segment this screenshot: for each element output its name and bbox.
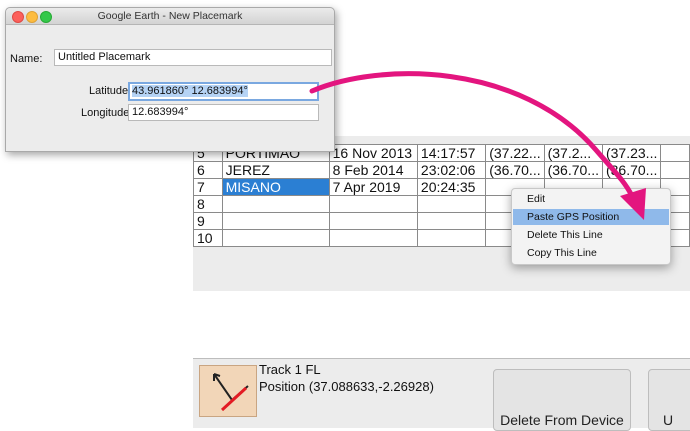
table-cell-num[interactable]: 10 xyxy=(193,229,223,247)
table-cell-c4[interactable] xyxy=(660,144,690,162)
table-cell-c1[interactable]: (36.70... xyxy=(485,161,545,179)
delete-from-device-button[interactable]: Delete From Device xyxy=(493,369,631,431)
table-row[interactable]: 6 JEREZ 8 Feb 2014 23:02:06 (36.70... (36.70.… xyxy=(193,161,690,179)
latitude-value-selected: 43.961860° 12.683994° xyxy=(132,85,248,97)
longitude-label: Longitude: xyxy=(81,107,133,119)
table-cell-date[interactable]: 7 Apr 2019 xyxy=(328,178,418,196)
window-title: Google Earth - New Placemark xyxy=(97,10,243,22)
menu-item-delete-this-line[interactable]: Delete This Line xyxy=(513,227,669,243)
table-cell-time[interactable]: 20:24:35 xyxy=(416,178,487,196)
context-menu: Edit Paste GPS Position Delete This Line… xyxy=(511,188,671,265)
table-cell-num[interactable]: 9 xyxy=(193,212,223,230)
table-cell-c1[interactable]: (37.22... xyxy=(485,144,545,162)
table-cell-c4[interactable] xyxy=(660,161,690,179)
latitude-label: Latitude: xyxy=(89,85,132,97)
track-position: Position (37.088633,-2.26928) xyxy=(259,379,434,394)
table-cell-date[interactable] xyxy=(328,229,418,247)
track-name: Track 1 FL xyxy=(259,362,321,377)
track-path-icon xyxy=(213,373,249,412)
table-cell-date[interactable] xyxy=(328,195,418,213)
table-cell-c2[interactable]: (37.2... xyxy=(543,144,603,162)
latitude-input[interactable]: 43.961860° 12.683994° xyxy=(128,82,319,101)
menu-item-paste-gps-position[interactable]: Paste GPS Position xyxy=(513,209,669,225)
table-cell-time[interactable]: 23:02:06 xyxy=(416,161,487,179)
table-cell-c3[interactable]: (36.70... xyxy=(601,161,662,179)
table-cell-name[interactable] xyxy=(221,229,330,247)
table-cell-name[interactable] xyxy=(221,212,330,230)
table-cell-num[interactable]: 8 xyxy=(193,195,223,213)
longitude-input[interactable]: 12.683994° xyxy=(128,104,319,121)
window-title-bar[interactable]: Google Earth - New Placemark xyxy=(6,8,334,25)
name-input[interactable]: Untitled Placemark xyxy=(54,49,332,66)
menu-item-copy-this-line[interactable]: Copy This Line xyxy=(513,245,669,261)
table-cell-time[interactable]: 14:17:57 xyxy=(416,144,487,162)
secondary-action-button[interactable]: U xyxy=(648,369,690,431)
table-cell-c2[interactable]: (36.70... xyxy=(543,161,603,179)
table-cell-name[interactable]: MISANO xyxy=(221,178,330,196)
table-cell-num[interactable]: 7 xyxy=(193,178,223,196)
table-cell-time[interactable] xyxy=(416,229,487,247)
name-label: Name: xyxy=(10,53,43,65)
table-cell-date[interactable]: 8 Feb 2014 xyxy=(328,161,418,179)
table-cell-num[interactable]: 6 xyxy=(193,161,223,179)
new-placemark-window: Google Earth - New Placemark Name: Untit… xyxy=(5,7,335,152)
table-cell-name[interactable]: JEREZ xyxy=(221,161,330,179)
track-info-panel: Track 1 FL Position (37.088633,-2.26928)… xyxy=(193,358,690,431)
table-cell-time[interactable] xyxy=(416,212,487,230)
table-cell-date[interactable] xyxy=(328,212,418,230)
menu-item-edit[interactable]: Edit xyxy=(513,191,669,207)
table-cell-date[interactable]: 16 Nov 2013 xyxy=(328,144,418,162)
table-cell-name[interactable] xyxy=(221,195,330,213)
table-cell-c3[interactable]: (37.23... xyxy=(601,144,662,162)
table-cell-time[interactable] xyxy=(416,195,487,213)
track-thumbnail[interactable] xyxy=(199,365,257,417)
